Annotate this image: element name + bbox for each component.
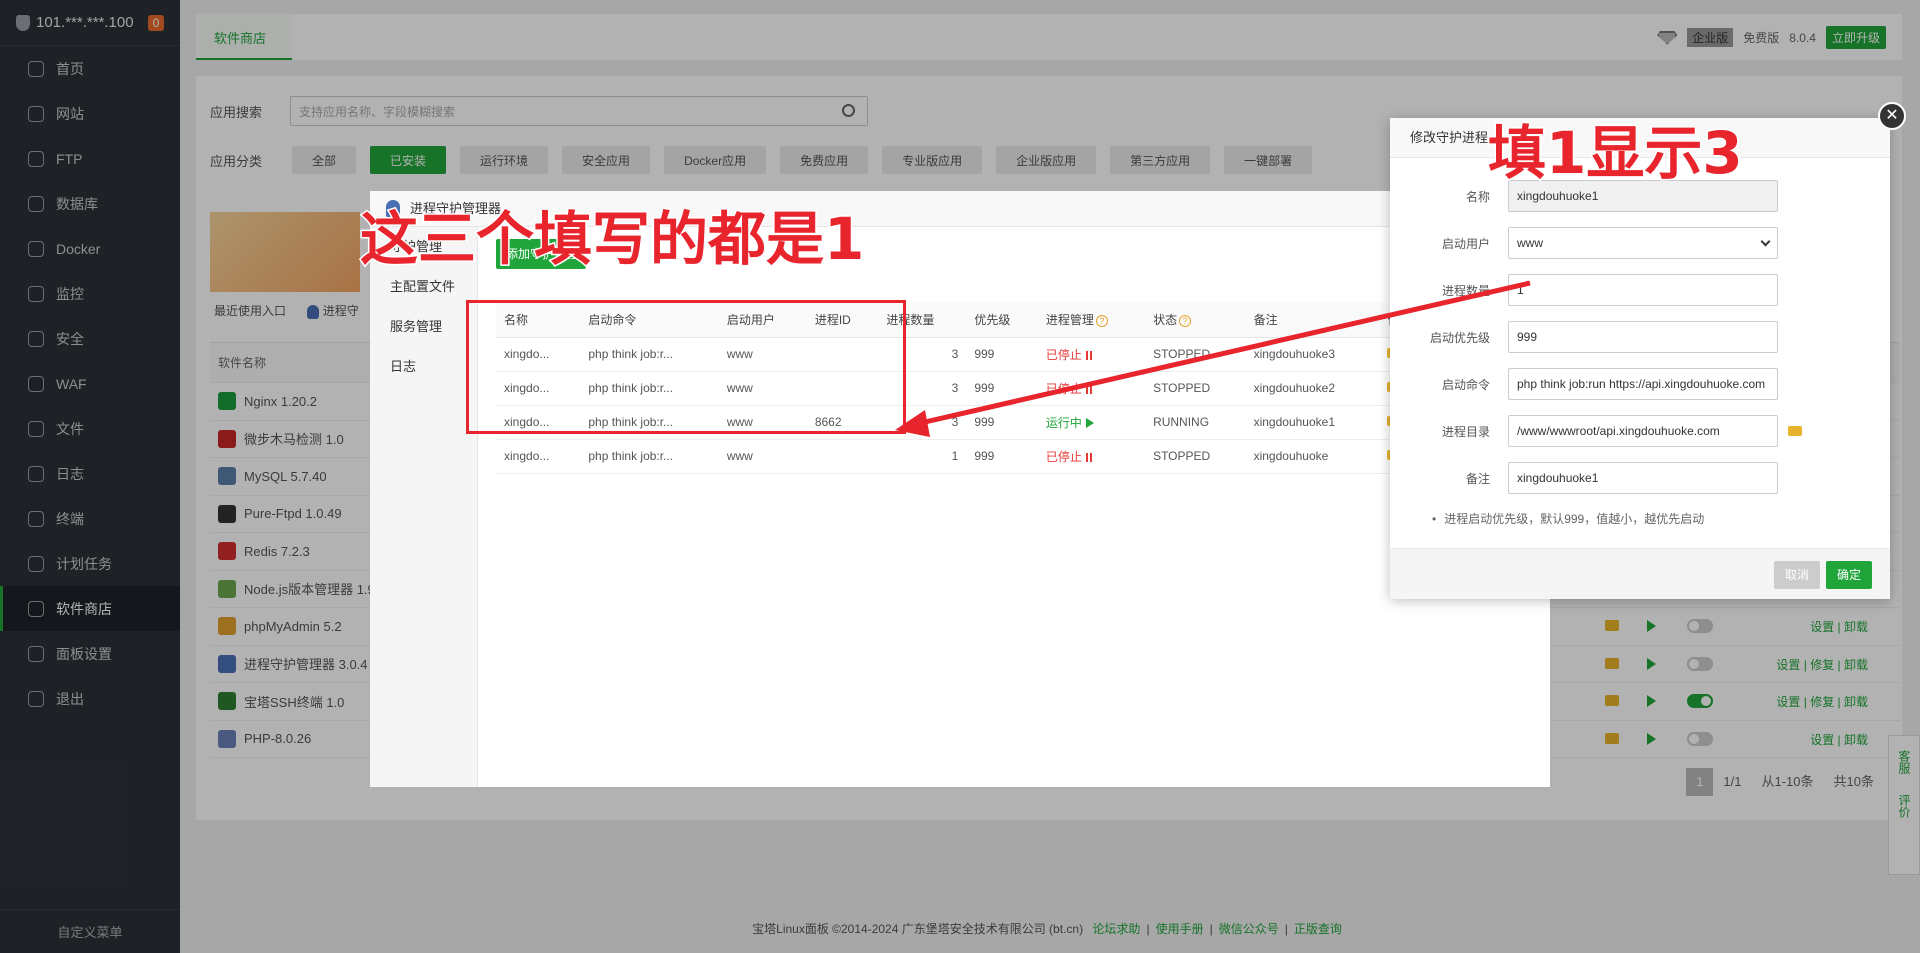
column-header-label: 优先级: [974, 313, 1011, 328]
user-label: 启动用户: [1441, 236, 1490, 251]
user-select[interactable]: www: [1508, 227, 1778, 259]
note-label: 备注: [1465, 471, 1490, 486]
annotation-box: [466, 300, 906, 434]
name-label: 名称: [1465, 189, 1490, 204]
daemon-row[interactable]: xingdo... php think job:r... www 1 999 已停止 STO…: [496, 439, 1536, 474]
play-icon[interactable]: [1085, 418, 1094, 429]
cell-note: xingdouhuoke2: [1245, 371, 1380, 406]
cell-manage[interactable]: 已停止: [1037, 439, 1146, 474]
column-header: 优先级: [966, 303, 1038, 338]
folder-icon[interactable]: [1788, 426, 1802, 436]
pm-menu-item[interactable]: 主配置文件: [370, 267, 477, 307]
dir-row: 进程目录 /www/wwwroot/api.xingdouhuoke.com: [1390, 415, 1890, 447]
cell-priority: 999: [966, 439, 1038, 474]
cancel-button[interactable]: 取消: [1774, 561, 1820, 589]
column-header: 进程管理?: [1037, 303, 1146, 338]
note-field[interactable]: xingdouhuoke1: [1508, 462, 1778, 494]
chevron-down-icon: [1760, 236, 1771, 247]
manage-status[interactable]: 已停止: [1046, 382, 1082, 396]
column-header: 备注: [1245, 303, 1380, 338]
pause-icon[interactable]: [1085, 384, 1092, 394]
cell-user: www: [718, 439, 807, 474]
cell-pid: [806, 439, 879, 474]
priority-field[interactable]: 999: [1508, 321, 1778, 353]
priority-row: 启动优先级 999: [1390, 321, 1890, 353]
process-manager-modal: 进程守护管理器 守护管理 主配置文件 服务管理 日志 添加守护进程 名称 启动命令 启动用…: [370, 191, 1550, 787]
note-row: 备注 xingdouhuoke1: [1390, 462, 1890, 494]
pm-menu-item[interactable]: 日志: [370, 347, 477, 387]
cell-priority: 999: [966, 405, 1038, 440]
cell-status: STOPPED: [1145, 337, 1246, 372]
cmd-label: 启动命令: [1441, 377, 1490, 392]
cmd-field[interactable]: php think job:run https://api.xingdouhuo…: [1508, 368, 1778, 400]
edit-daemon-modal: 修改守护进程 ✕ 名称 xingdouhuoke1 启动用户 www 进程数量 …: [1390, 102, 1906, 599]
count-field[interactable]: 1: [1508, 274, 1778, 306]
cell-priority: 999: [966, 337, 1038, 372]
help-icon[interactable]: ?: [1095, 315, 1108, 328]
cell-priority: 999: [966, 371, 1038, 406]
cell-note: xingdouhuoke: [1245, 439, 1380, 474]
annotation-left-text: 这三个填写的都是1: [358, 205, 865, 273]
pause-icon[interactable]: [1085, 452, 1092, 462]
dir-field[interactable]: /www/wwwroot/api.xingdouhuoke.com: [1508, 415, 1778, 447]
count-label: 进程数量: [1441, 283, 1490, 298]
priority-label: 启动优先级: [1429, 330, 1490, 345]
cell-note: xingdouhuoke1: [1245, 405, 1380, 440]
dir-label: 进程目录: [1441, 424, 1490, 439]
count-row: 进程数量 1: [1390, 274, 1890, 306]
confirm-button[interactable]: 确定: [1826, 561, 1872, 589]
edit-footer: 取消 确定: [1390, 548, 1890, 599]
user-select-value: www: [1517, 236, 1543, 250]
manage-status[interactable]: 运行中: [1046, 416, 1082, 430]
column-header-label: 备注: [1253, 313, 1278, 328]
manage-status[interactable]: 已停止: [1046, 348, 1082, 362]
cell-count: 1: [878, 439, 967, 474]
cell-manage[interactable]: 已停止: [1037, 337, 1146, 372]
column-header-label: 进程管理: [1045, 313, 1094, 328]
column-header: 状态?: [1145, 303, 1246, 338]
annotation-right-text: 填1显示3: [1487, 119, 1745, 187]
manage-status[interactable]: 已停止: [1046, 450, 1082, 464]
cell-status: STOPPED: [1145, 371, 1246, 406]
pm-menu-item[interactable]: 服务管理: [370, 307, 477, 347]
cell-cmd: php think job:r...: [580, 439, 719, 474]
cmd-row: 启动命令 php think job:run https://api.xingd…: [1390, 368, 1890, 400]
help-icon[interactable]: ?: [1179, 315, 1192, 328]
priority-hint: 进程启动优先级，默认999，值越小，越优先启动: [1432, 510, 1704, 527]
pause-icon[interactable]: [1085, 350, 1092, 360]
user-row: 启动用户 www: [1390, 227, 1890, 259]
cell-note: xingdouhuoke3: [1245, 337, 1380, 372]
cell-status: STOPPED: [1145, 439, 1246, 474]
cell-status: RUNNING: [1145, 405, 1246, 440]
cell-manage[interactable]: 运行中: [1037, 405, 1146, 440]
pm-side-menu: 守护管理 主配置文件 服务管理 日志: [370, 227, 478, 787]
cell-manage[interactable]: 已停止: [1037, 371, 1146, 406]
close-icon[interactable]: ✕: [1878, 102, 1906, 130]
cell-name: xingdo...: [496, 439, 581, 474]
column-header-label: 状态: [1153, 313, 1178, 328]
